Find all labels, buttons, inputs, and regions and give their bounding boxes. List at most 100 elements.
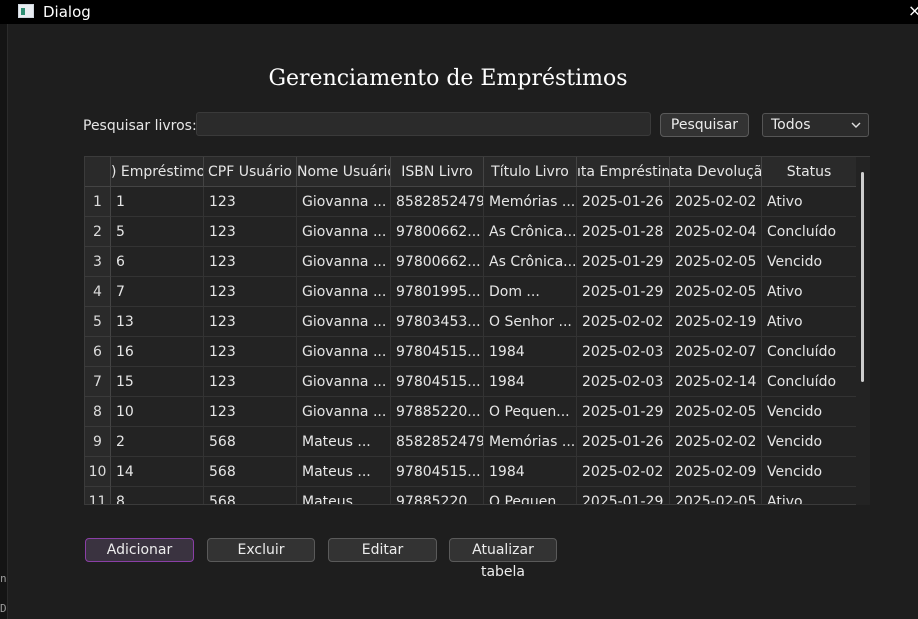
table-cell[interactable]: Ativo (762, 487, 857, 504)
table-cell[interactable]: O Pequen... (484, 487, 577, 504)
row-header[interactable]: 11 (85, 487, 111, 504)
table-cell[interactable]: Mateus ... (297, 457, 391, 487)
table-cell[interactable]: 97803453... (391, 307, 484, 337)
table-cell[interactable]: 568 (204, 487, 297, 504)
table-cell[interactable]: 2025-02-02 (670, 187, 762, 217)
row-header[interactable]: 2 (85, 217, 111, 247)
table-cell[interactable]: 1984 (484, 367, 577, 397)
table-cell[interactable]: 2025-02-05 (670, 247, 762, 277)
table-cell[interactable]: As Crônica... (484, 217, 577, 247)
table-cell[interactable]: 2025-01-26 (577, 427, 670, 457)
table-cell[interactable]: Concluído (762, 337, 857, 367)
column-header[interactable]: ata Devoluçã (670, 157, 762, 187)
table-cell[interactable]: 97801995... (391, 277, 484, 307)
table-cell[interactable]: Dom ... (484, 277, 577, 307)
table-cell[interactable]: 7 (111, 277, 204, 307)
add-button[interactable]: Adicionar (85, 538, 194, 562)
table-cell[interactable]: 97804515... (391, 337, 484, 367)
table-cell[interactable]: 2025-02-02 (577, 307, 670, 337)
table-cell[interactable]: Vencido (762, 247, 857, 277)
table-cell[interactable]: 97800662... (391, 217, 484, 247)
column-header[interactable]: Título Livro (484, 157, 577, 187)
table-cell[interactable]: 123 (204, 187, 297, 217)
table-cell[interactable]: 16 (111, 337, 204, 367)
table-cell[interactable]: O Pequen... (484, 397, 577, 427)
table-cell[interactable]: Giovanna ... (297, 367, 391, 397)
table-cell[interactable]: 2025-01-29 (577, 277, 670, 307)
row-header[interactable]: 9 (85, 427, 111, 457)
column-header[interactable]: Status (762, 157, 857, 187)
table-cell[interactable]: 13 (111, 307, 204, 337)
table-cell[interactable]: 123 (204, 307, 297, 337)
table-cell[interactable]: 97804515... (391, 367, 484, 397)
refresh-table-button[interactable]: Atualizar tabela (449, 538, 557, 580)
table-cell[interactable]: 10 (111, 397, 204, 427)
table-cell[interactable]: 2025-02-03 (577, 337, 670, 367)
table-cell[interactable]: 2 (111, 427, 204, 457)
column-header[interactable]: Nome Usuário (297, 157, 391, 187)
row-header[interactable]: 6 (85, 337, 111, 367)
table-cell[interactable]: 2025-02-04 (670, 217, 762, 247)
table-cell[interactable]: 2025-01-26 (577, 187, 670, 217)
status-filter-select[interactable]: Todos (762, 113, 869, 137)
table-cell[interactable]: Giovanna ... (297, 247, 391, 277)
table-cell[interactable]: Giovanna ... (297, 337, 391, 367)
table-cell[interactable]: 123 (204, 217, 297, 247)
table-cell[interactable]: Giovanna ... (297, 187, 391, 217)
table-cell[interactable]: Memórias ... (484, 427, 577, 457)
table-cell[interactable]: 2025-02-02 (577, 457, 670, 487)
column-header[interactable]: ıta Empréstim (577, 157, 670, 187)
column-header[interactable]: ) Empréstimo (111, 157, 204, 187)
vertical-scrollbar[interactable] (856, 157, 870, 505)
table-cell[interactable]: 2025-02-19 (670, 307, 762, 337)
search-input[interactable] (196, 112, 651, 136)
table-cell[interactable]: 6 (111, 247, 204, 277)
table-cell[interactable]: Giovanna ... (297, 277, 391, 307)
table-cell[interactable]: 1984 (484, 337, 577, 367)
table-cell[interactable]: Memórias ... (484, 187, 577, 217)
table-cell[interactable]: 2025-02-05 (670, 277, 762, 307)
table-corner[interactable] (85, 157, 111, 187)
row-header[interactable]: 4 (85, 277, 111, 307)
table-cell[interactable]: 568 (204, 427, 297, 457)
table-cell[interactable]: 2025-02-02 (670, 427, 762, 457)
table-cell[interactable]: Giovanna ... (297, 217, 391, 247)
table-cell[interactable]: O Senhor ... (484, 307, 577, 337)
table-cell[interactable]: 5 (111, 217, 204, 247)
edit-button[interactable]: Editar (328, 538, 437, 562)
table-cell[interactable]: 2025-01-29 (577, 487, 670, 504)
table-cell[interactable]: Giovanna ... (297, 307, 391, 337)
table-cell[interactable]: Giovanna ... (297, 397, 391, 427)
table-cell[interactable]: 97885220... (391, 397, 484, 427)
table-cell[interactable]: 2025-01-29 (577, 247, 670, 277)
table-cell[interactable]: 568 (204, 457, 297, 487)
table-cell[interactable]: 2025-02-05 (670, 487, 762, 504)
table-cell[interactable]: Ativo (762, 187, 857, 217)
table-cell[interactable]: 2025-02-07 (670, 337, 762, 367)
table-cell[interactable]: 14 (111, 457, 204, 487)
table-cell[interactable]: Vencido (762, 427, 857, 457)
table-cell[interactable]: 123 (204, 337, 297, 367)
row-header[interactable]: 5 (85, 307, 111, 337)
table-cell[interactable]: 2025-02-05 (670, 397, 762, 427)
table-cell[interactable]: 1984 (484, 457, 577, 487)
table-cell[interactable]: Concluído (762, 217, 857, 247)
table-cell[interactable]: As Crônica... (484, 247, 577, 277)
table-cell[interactable]: 2025-01-29 (577, 397, 670, 427)
table-cell[interactable]: 123 (204, 247, 297, 277)
scrollbar-thumb[interactable] (861, 172, 864, 382)
row-header[interactable]: 8 (85, 397, 111, 427)
table-cell[interactable]: 97804515... (391, 457, 484, 487)
close-icon[interactable]: × (908, 1, 918, 20)
table-cell[interactable]: Vencido (762, 457, 857, 487)
row-header[interactable]: 1 (85, 187, 111, 217)
table-cell[interactable]: 2025-01-28 (577, 217, 670, 247)
row-header[interactable]: 10 (85, 457, 111, 487)
delete-button[interactable]: Excluir (207, 538, 315, 562)
table-cell[interactable]: 2025-02-03 (577, 367, 670, 397)
table-cell[interactable]: 8582852479 (391, 427, 484, 457)
table-cell[interactable]: 2025-02-09 (670, 457, 762, 487)
table-cell[interactable]: 8582852479 (391, 187, 484, 217)
row-header[interactable]: 3 (85, 247, 111, 277)
table-cell[interactable]: 123 (204, 277, 297, 307)
